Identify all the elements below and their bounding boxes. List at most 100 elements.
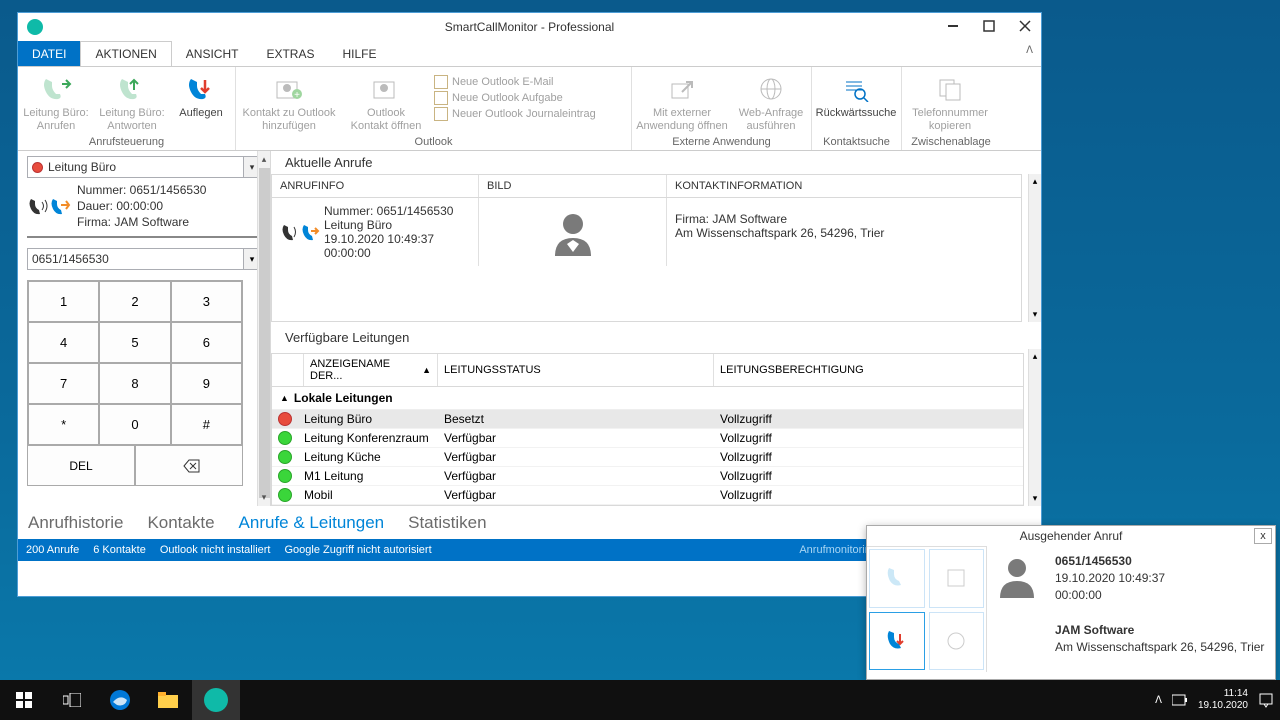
line-name: Leitung Büro <box>298 412 438 426</box>
web-request-button[interactable]: Web-Anfrage ausführen <box>732 71 810 133</box>
avatar-icon <box>995 554 1039 598</box>
app-taskbar-button[interactable] <box>192 680 240 720</box>
col-kontakt[interactable]: KONTAKTINFORMATION <box>667 175 1021 197</box>
reverse-search-button[interactable]: Rückwärtssuche <box>812 71 900 120</box>
call-button[interactable]: Leitung Büro: Anrufen <box>18 71 94 133</box>
scroll-up-icon[interactable]: ▴ <box>258 151 270 168</box>
col-berechtigung[interactable]: LEITUNGSBERECHTIGUNG <box>714 354 1023 386</box>
new-outlook-email-button[interactable]: Neue Outlook E-Mail <box>434 75 596 89</box>
tray-notifications-icon[interactable] <box>1258 692 1274 708</box>
col-anrufinfo[interactable]: ANRUFINFO <box>272 175 479 197</box>
contact-open-icon <box>370 73 402 105</box>
popup-number: 0651/1456530 <box>1055 553 1267 570</box>
keypad-1[interactable]: 1 <box>28 281 99 322</box>
copy-phone-button[interactable]: Telefonnummer kopieren <box>902 71 998 133</box>
current-calls-table: ANRUFINFO BILD KONTAKTINFORMATION <box>271 174 1022 322</box>
keypad-7[interactable]: 7 <box>28 363 99 404</box>
lines-scrollbar[interactable]: ▴ ▾ <box>1028 349 1041 506</box>
tab-statistiken[interactable]: Statistiken <box>408 513 486 533</box>
explorer-button[interactable] <box>144 680 192 720</box>
close-button[interactable] <box>1013 15 1037 37</box>
phone-hangup-icon <box>185 73 217 105</box>
line-status-dot <box>278 488 292 502</box>
start-button[interactable] <box>0 680 48 720</box>
popup-action-4[interactable] <box>929 612 985 671</box>
table-row[interactable]: M1 LeitungVerfügbarVollzugriff <box>272 467 1023 486</box>
group-externe-label: Externe Anwendung <box>632 136 811 150</box>
calls-scrollbar[interactable]: ▴ ▾ <box>1028 174 1041 322</box>
line-permission: Vollzugriff <box>714 450 1023 464</box>
table-row[interactable]: Nummer: 0651/1456530 Leitung Büro 19.10.… <box>272 198 1021 266</box>
tab-extras[interactable]: EXTRAS <box>252 41 328 66</box>
status-google: Google Zugriff nicht autorisiert <box>284 544 431 556</box>
taskview-button[interactable] <box>48 680 96 720</box>
edge-button[interactable] <box>96 680 144 720</box>
keypad-6[interactable]: 6 <box>171 322 242 363</box>
scroll-thumb[interactable] <box>259 168 270 498</box>
scroll-down-icon[interactable]: ▾ <box>258 489 270 506</box>
keypad-2[interactable]: 2 <box>99 281 170 322</box>
tray-time[interactable]: 11:14 <box>1198 688 1248 700</box>
popup-action-hangup[interactable] <box>869 612 925 671</box>
phone-arrow-icon <box>49 196 71 218</box>
tab-ansicht[interactable]: ANSICHT <box>172 41 253 66</box>
tray-chevron-icon[interactable]: ᐱ <box>1155 695 1162 706</box>
left-scrollbar[interactable]: ▴ ▾ <box>257 151 270 506</box>
phone-answer-icon <box>116 73 148 105</box>
keypad-0[interactable]: 0 <box>99 404 170 445</box>
line-permission: Vollzugriff <box>714 412 1023 426</box>
dial-input[interactable]: 0651/1456530 ▾ <box>27 248 261 270</box>
keypad-hash[interactable]: # <box>171 404 242 445</box>
tab-anrufhistorie[interactable]: Anrufhistorie <box>28 513 123 533</box>
phone-wave-icon <box>280 222 300 242</box>
popup-action-1[interactable] <box>869 549 925 608</box>
tab-aktionen[interactable]: AKTIONEN <box>80 41 171 66</box>
keypad-4[interactable]: 4 <box>28 322 99 363</box>
maximize-button[interactable] <box>977 15 1001 37</box>
open-outlook-contact-button[interactable]: Outlook Kontakt öffnen <box>342 71 430 133</box>
add-outlook-contact-button[interactable]: + Kontakt zu Outlook hinzufügen <box>236 71 342 133</box>
popup-title: Ausgehender Anruf x <box>867 526 1275 546</box>
backspace-icon <box>178 459 200 473</box>
popup-close-button[interactable]: x <box>1254 528 1272 544</box>
line-status-dot <box>278 469 292 483</box>
lines-group-header[interactable]: ▲ Lokale Leitungen <box>272 387 1023 410</box>
new-outlook-journal-button[interactable]: Neuer Outlook Journaleintrag <box>434 107 596 121</box>
hangup-button[interactable]: Auflegen <box>170 71 232 120</box>
keypad-3[interactable]: 3 <box>171 281 242 322</box>
popup-action-2[interactable] <box>929 549 985 608</box>
keypad-del[interactable]: DEL <box>27 446 135 486</box>
table-row[interactable]: Leitung BüroBesetztVollzugriff <box>272 410 1023 429</box>
keypad-8[interactable]: 8 <box>99 363 170 404</box>
tab-datei[interactable]: DATEI <box>18 41 80 66</box>
answer-button[interactable]: Leitung Büro: Antworten <box>94 71 170 133</box>
lines-table: ANZEIGENAME DER... ▲ LEITUNGSSTATUS LEIT… <box>271 353 1024 506</box>
line-status: Verfügbar <box>438 488 714 502</box>
tray-date[interactable]: 19.10.2020 <box>1198 700 1248 712</box>
keypad-backspace[interactable] <box>135 446 243 486</box>
current-calls-title: Aktuelle Anrufe <box>271 151 1041 174</box>
table-row[interactable]: Leitung KücheVerfügbarVollzugriff <box>272 448 1023 467</box>
tab-kontakte[interactable]: Kontakte <box>147 513 214 533</box>
tray-battery-icon[interactable] <box>1172 693 1188 707</box>
new-outlook-task-button[interactable]: Neue Outlook Aufgabe <box>434 91 596 105</box>
col-leitungsstatus[interactable]: LEITUNGSSTATUS <box>438 354 714 386</box>
keypad-5[interactable]: 5 <box>99 322 170 363</box>
open-external-button[interactable]: Mit externer Anwendung öffnen <box>632 71 732 133</box>
line-status-dot <box>278 431 292 445</box>
copy-icon <box>934 73 966 105</box>
tab-hilfe[interactable]: HILFE <box>328 41 390 66</box>
line-select-dropdown[interactable]: Leitung Büro ▾ <box>27 156 261 178</box>
table-row[interactable]: Leitung KonferenzraumVerfügbarVollzugrif… <box>272 429 1023 448</box>
table-row[interactable]: MobilVerfügbarVollzugriff <box>272 486 1023 505</box>
keypad-9[interactable]: 9 <box>171 363 242 404</box>
line-name: M1 Leitung <box>298 469 438 483</box>
collapse-ribbon-icon[interactable]: ᐱ <box>1026 45 1033 56</box>
col-anzeigename[interactable]: ANZEIGENAME DER... ▲ <box>304 354 438 386</box>
col-bild[interactable]: BILD <box>479 175 667 197</box>
app-icon <box>27 19 43 35</box>
minimize-button[interactable] <box>941 15 965 37</box>
svg-text:+: + <box>294 90 300 101</box>
tab-anrufe-leitungen[interactable]: Anrufe & Leitungen <box>239 513 385 533</box>
keypad-star[interactable]: * <box>28 404 99 445</box>
